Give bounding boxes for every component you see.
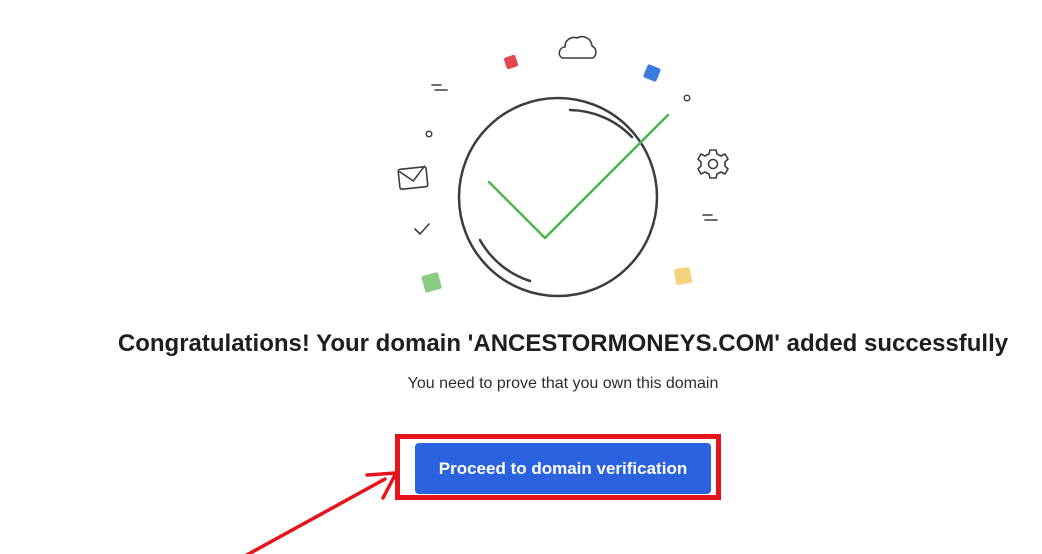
small-dot-right	[683, 94, 691, 102]
success-illustration	[397, 35, 729, 298]
dash-mark-left	[431, 84, 448, 91]
confetti-blue	[643, 64, 661, 82]
cloud-icon	[558, 35, 597, 59]
small-check-icon	[414, 223, 430, 235]
page-title: Congratulations! Your domain 'ANCESTORMO…	[117, 330, 1009, 357]
success-circle-arc-bottom	[478, 238, 532, 283]
dash-mark-right	[702, 214, 718, 221]
proceed-to-domain-verification-button[interactable]: Proceed to domain verification	[415, 443, 711, 494]
gear-icon	[697, 149, 729, 179]
confetti-green	[421, 272, 442, 293]
confetti-red	[503, 54, 519, 70]
confetti-yellow	[674, 267, 692, 285]
success-circle	[457, 96, 659, 298]
page-subtitle: You need to prove that you own this doma…	[407, 375, 719, 392]
small-dot-left	[425, 130, 433, 138]
envelope-icon	[397, 165, 429, 191]
success-check-icon	[487, 113, 670, 240]
